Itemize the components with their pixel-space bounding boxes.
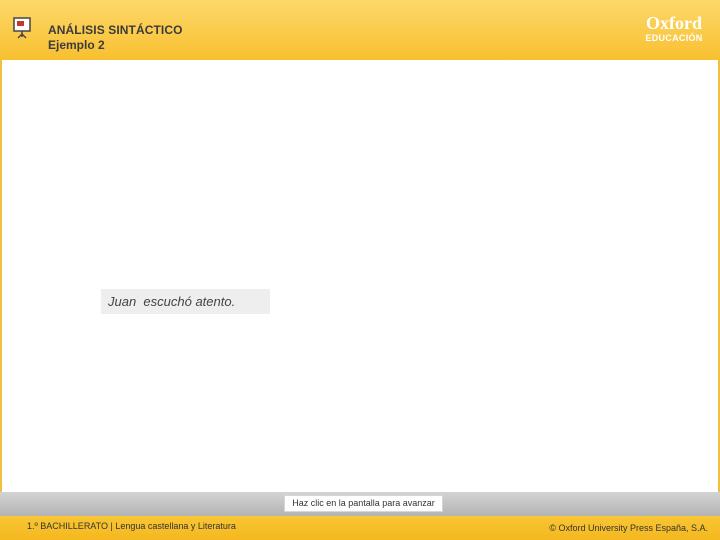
logo-brand: Oxford (646, 13, 702, 33)
page-subtitle: Ejemplo 2 (48, 38, 105, 52)
header-bar: ANÁLISIS SINTÁCTICO Ejemplo 2 Oxford EDU… (0, 0, 720, 60)
course-label: 1.º BACHILLERATO | Lengua castellana y L… (27, 521, 236, 531)
copyright-label: © Oxford University Press España, S.A. (549, 523, 708, 533)
footer-bar: 1.º BACHILLERATO | Lengua castellana y L… (0, 516, 720, 540)
page-title: ANÁLISIS SINTÁCTICO (48, 23, 183, 37)
logo-subtitle: EDUCACIÓN (645, 33, 703, 43)
advance-hint[interactable]: Haz clic en la pantalla para avanzar (284, 495, 443, 512)
slide-content-area[interactable]: Juan escuchó atento. (0, 60, 720, 492)
sentence-box: Juan escuchó atento. (101, 289, 270, 314)
presenter-board-icon (13, 17, 31, 39)
oxford-logo: Oxford EDUCACIÓN (644, 14, 704, 43)
